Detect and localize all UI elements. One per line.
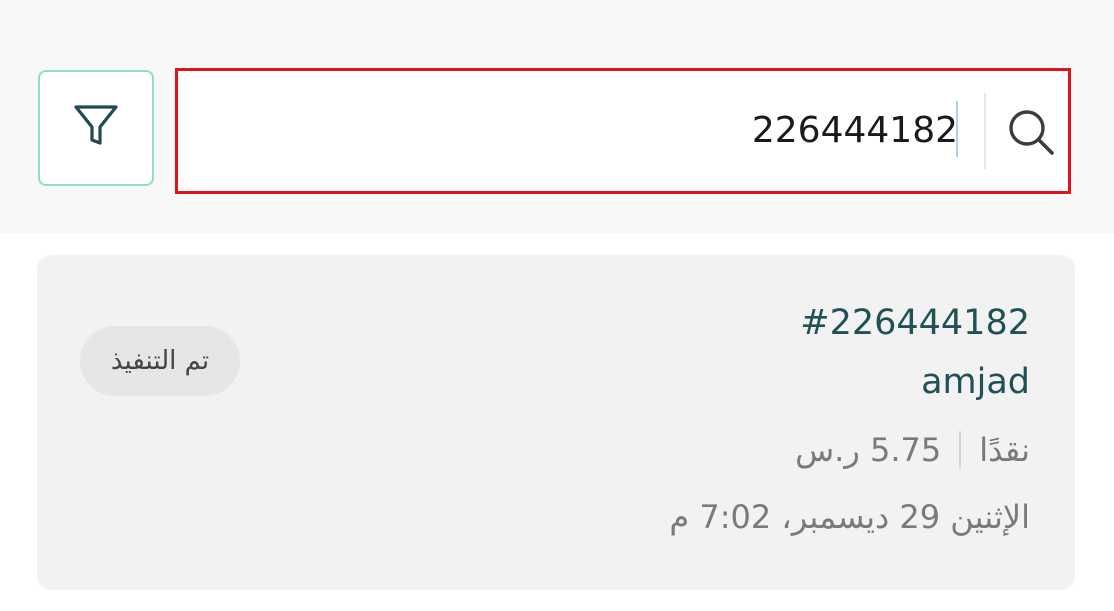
order-number: #226444182 — [800, 303, 1030, 343]
search-divider — [984, 93, 986, 169]
filter-icon — [72, 103, 120, 153]
text-caret — [956, 101, 958, 157]
status-badge: تم التنفيذ — [80, 326, 240, 396]
search-icon[interactable] — [1005, 106, 1057, 158]
search-box — [175, 68, 1071, 194]
filter-button[interactable] — [38, 70, 154, 186]
order-card[interactable]: #226444182 amjad 5.75 ر.س نقدًا الإثنين … — [37, 255, 1075, 590]
search-input[interactable] — [178, 71, 958, 191]
order-amount: 5.75 ر.س — [795, 431, 942, 469]
top-toolbar — [0, 0, 1114, 233]
payment-method: نقدًا — [979, 431, 1030, 469]
order-date: الإثنين 29 ديسمبر، 7:02 م — [669, 498, 1030, 536]
payment-info: 5.75 ر.س نقدًا — [795, 431, 1030, 469]
customer-name: amjad — [921, 362, 1030, 402]
payment-divider — [959, 431, 962, 469]
